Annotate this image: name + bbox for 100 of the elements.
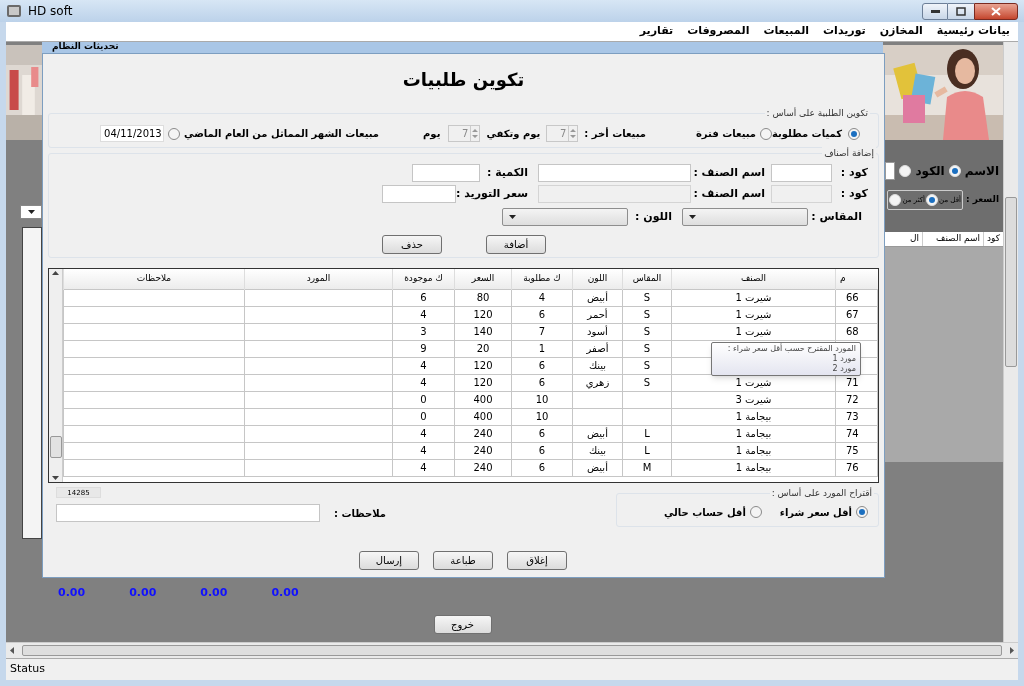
- table-cell: 4: [392, 459, 455, 476]
- menu-item[interactable]: بيانات رئيسية: [936, 23, 1010, 40]
- table-cell: 400: [454, 391, 512, 408]
- vertical-scrollbar[interactable]: [49, 269, 63, 482]
- section-label: تحديثات النظام: [52, 42, 119, 51]
- table-cell: S: [622, 323, 672, 340]
- dropdown[interactable]: [20, 205, 42, 219]
- radio-button[interactable]: [168, 127, 181, 140]
- table-cell: بيجامة 1: [671, 408, 836, 425]
- total-value: 0.00: [271, 585, 299, 601]
- table-cell: 400: [454, 408, 512, 425]
- column-header[interactable]: ك موجودة: [392, 269, 455, 289]
- table-cell: 9: [392, 340, 455, 357]
- minimize-button[interactable]: [922, 2, 948, 20]
- table-cell: S: [622, 357, 672, 374]
- table-cell: زهري: [572, 374, 623, 391]
- table-cell: بيجامة 1: [671, 425, 836, 442]
- table-cell: 120: [454, 357, 512, 374]
- table-cell: 6: [511, 357, 573, 374]
- field-label: سعر التوريد :: [456, 185, 529, 202]
- dialog-button[interactable]: طباعة: [433, 551, 493, 570]
- option-label: كميات مطلوبة: [772, 127, 842, 141]
- table-cell: شيرت 1: [671, 323, 836, 340]
- menu-item[interactable]: المخازن: [879, 23, 923, 40]
- minimize-icon: [930, 9, 940, 13]
- status-text: Status: [10, 661, 46, 678]
- window-title: HD soft: [28, 3, 73, 20]
- horizontal-scrollbar[interactable]: [6, 642, 1018, 658]
- table-cell: بيجامة 1: [671, 442, 836, 459]
- spin-arrows-icon: [570, 128, 577, 139]
- table-cell: L: [622, 442, 672, 459]
- column-header: ال: [909, 232, 921, 246]
- table-cell: بينك: [572, 442, 623, 459]
- tooltip-title: المورد المقترح حسب أقل سعر شراء :: [726, 344, 856, 354]
- table-cell: 6: [511, 459, 573, 476]
- table-cell: أصفر: [572, 340, 623, 357]
- column-header[interactable]: اللون: [572, 269, 623, 289]
- table-cell: 240: [454, 442, 512, 459]
- input-field[interactable]: [412, 164, 480, 182]
- close-button[interactable]: [974, 2, 1018, 20]
- table-cell: 72: [835, 391, 878, 408]
- radio-button[interactable]: [749, 506, 762, 518]
- table-cell: S: [622, 340, 672, 357]
- add-button[interactable]: أضافة: [486, 235, 546, 254]
- column-header[interactable]: المورد: [244, 269, 393, 289]
- field-label: يوم: [423, 127, 441, 141]
- dialog-button[interactable]: إرسال: [359, 551, 419, 570]
- dialog-button[interactable]: إغلاق: [507, 551, 567, 570]
- table-cell: 7: [511, 323, 573, 340]
- table-cell: M: [622, 459, 672, 476]
- menu-item[interactable]: المبيعات: [763, 23, 810, 40]
- radio-button[interactable]: [856, 506, 868, 518]
- input-field[interactable]: [538, 164, 691, 182]
- table-cell: 75: [835, 442, 878, 459]
- input-field[interactable]: [382, 185, 456, 203]
- column-header[interactable]: ك مطلوبة: [511, 269, 573, 289]
- table-cell: 6: [511, 374, 573, 391]
- option-label: الاسم: [964, 163, 999, 180]
- table-cell: 120: [454, 306, 512, 323]
- radio-button[interactable]: [848, 127, 860, 140]
- table-cell: 76: [835, 459, 878, 476]
- table-cell: [572, 391, 623, 408]
- date-picker[interactable]: 04/11/2013: [100, 125, 165, 142]
- scroll-thumb[interactable]: [22, 645, 1002, 656]
- scroll-right-icon: [1010, 647, 1014, 654]
- table-cell: شيرت 3: [671, 391, 836, 408]
- table-cell: 6: [511, 425, 573, 442]
- option-label: أقل حساب حالي: [663, 505, 746, 520]
- table-cell: 20: [454, 340, 512, 357]
- delete-button[interactable]: حذف: [382, 235, 442, 254]
- column-header[interactable]: م: [835, 269, 878, 289]
- dialog-title: تكوين طلبيات: [402, 68, 525, 93]
- table-cell: 10: [511, 408, 573, 425]
- menu-item[interactable]: المصروفات: [687, 23, 750, 40]
- table-cell: 4: [511, 289, 573, 306]
- table-cell: 4: [392, 357, 455, 374]
- field-label: الكمية :: [485, 164, 529, 181]
- search-field[interactable]: [885, 162, 896, 180]
- scroll-thumb[interactable]: [49, 436, 62, 458]
- input-field[interactable]: [771, 164, 832, 182]
- field-label: اسم الصنف :: [692, 185, 766, 202]
- column-header: كود: [986, 232, 1001, 246]
- menu-item[interactable]: توريدات: [823, 23, 866, 40]
- radio-button[interactable]: [760, 127, 772, 140]
- exit-button[interactable]: خروج: [433, 614, 492, 634]
- field-label: المقاس :: [810, 208, 863, 225]
- column-header[interactable]: السعر: [454, 269, 512, 289]
- vertical-scrollbar[interactable]: [1003, 42, 1018, 642]
- field-label: ملاحظات :: [334, 506, 387, 521]
- column-header[interactable]: المقاس: [622, 269, 672, 289]
- menu-item[interactable]: تقارير: [639, 23, 674, 40]
- scroll-up-icon: [52, 271, 59, 275]
- scroll-thumb[interactable]: [1005, 197, 1017, 367]
- column-header[interactable]: الصنف: [671, 269, 836, 289]
- notes-field[interactable]: [56, 504, 320, 522]
- maximize-button[interactable]: [948, 2, 974, 20]
- field-label: كود :: [839, 164, 868, 181]
- table-cell: 0: [392, 408, 455, 425]
- table-cell: [572, 408, 623, 425]
- table-cell: بيجامة 1: [671, 459, 836, 476]
